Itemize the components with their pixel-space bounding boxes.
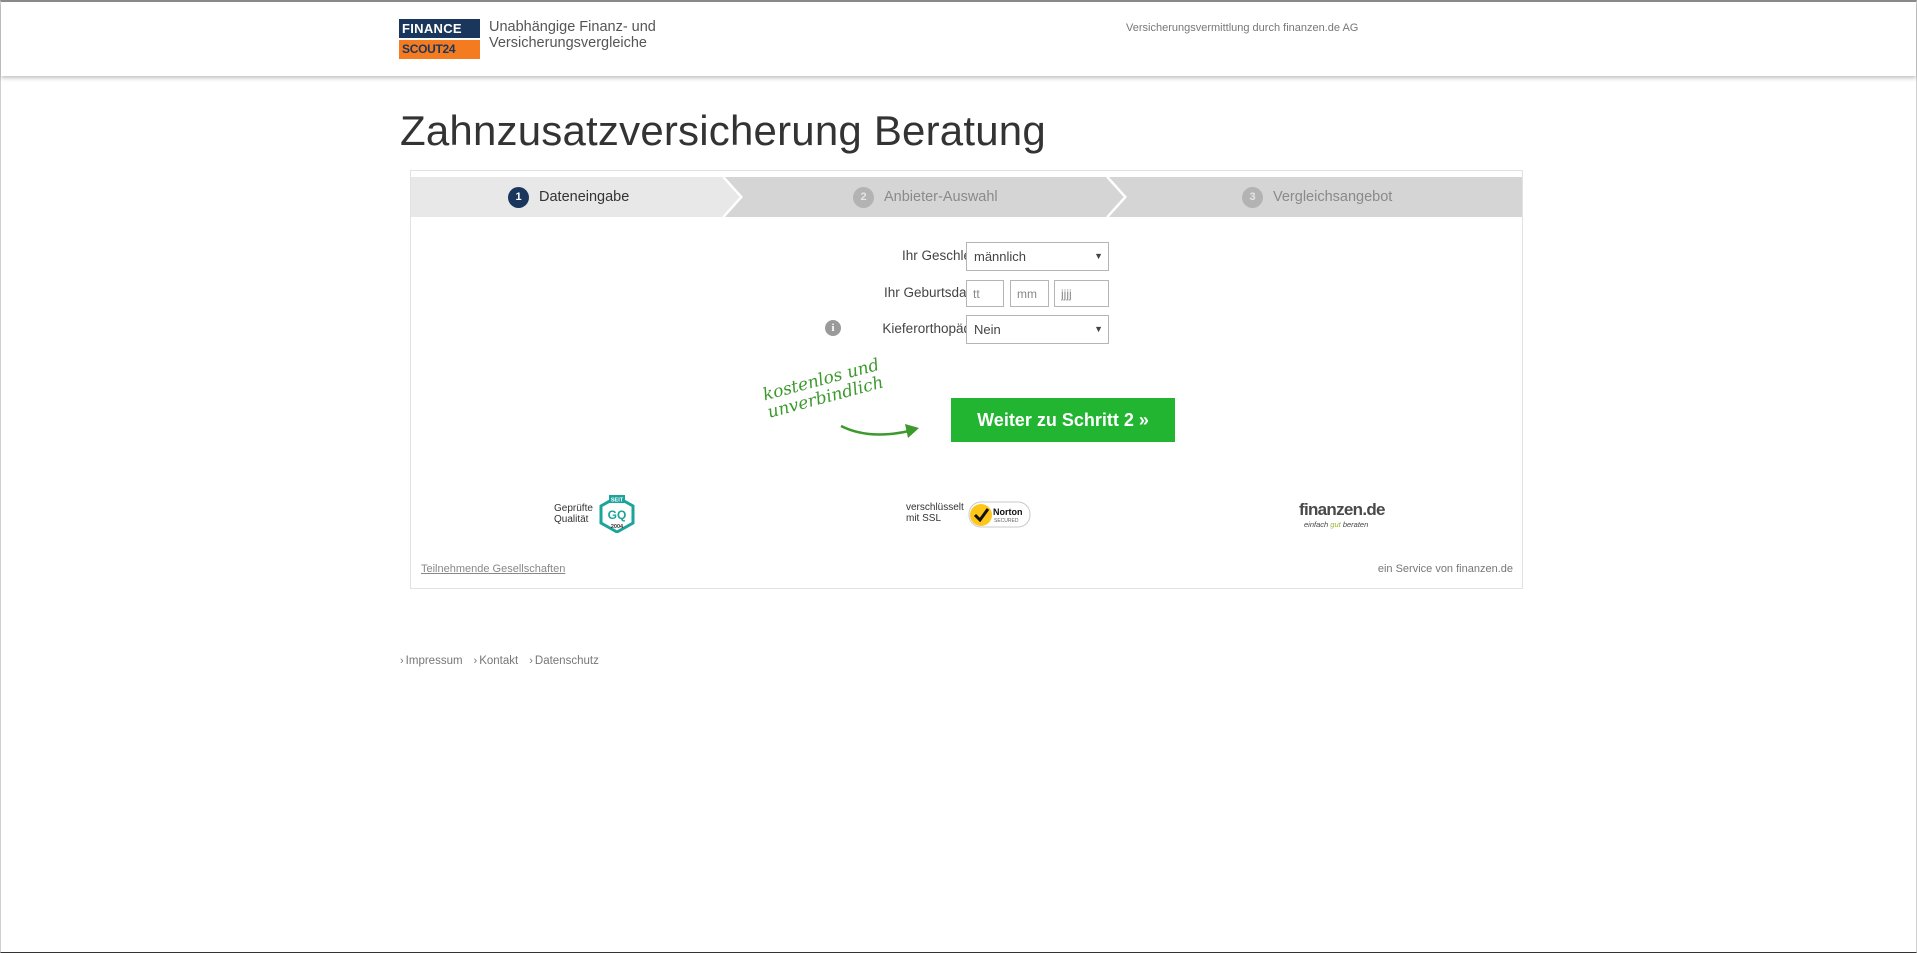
chevron-right-icon: ›: [529, 655, 533, 667]
step-1-data-entry: 1 Dateneingabe: [508, 177, 629, 217]
site-header: FINANCE SCOUT24 Unabhängige Finanz- und …: [1, 2, 1916, 76]
tagline-line2: Versicherungsvergleiche: [489, 35, 647, 51]
norton-name: Norton: [993, 507, 1023, 517]
info-icon[interactable]: i: [825, 320, 841, 336]
finanzen-claim: einfach gut beraten: [1304, 520, 1368, 529]
chevron-right-icon: ›: [400, 655, 404, 667]
quality-line1: Geprüfte: [554, 503, 593, 514]
quality-line2: Qualität: [554, 514, 589, 525]
gq-seal-year: 2004: [611, 524, 624, 530]
step-1-label: Dateneingabe: [539, 189, 630, 205]
ssl-badge-text: verschlüsselt mit SSL: [906, 502, 964, 524]
logo-top-text: FINANCE: [399, 19, 480, 38]
privacy-label: Datenschutz: [534, 655, 599, 667]
header-tagline: Unabhängige Finanz- und Versicherungsver…: [489, 19, 689, 51]
finanzen-de-logo: finanzen.de: [1299, 500, 1386, 519]
step-3-comparison-offer: 3 Vergleichsangebot: [1242, 177, 1392, 217]
ssl-line1: verschlüsselt: [906, 502, 964, 513]
service-note: ein Service von finanzen.de: [1377, 563, 1513, 575]
finanzen-claim-b: gut: [1330, 520, 1341, 529]
birth-year-input[interactable]: [1054, 280, 1109, 307]
tagline-line1: Unabhängige Finanz- und: [489, 19, 656, 35]
imprint-label: Impressum: [405, 655, 463, 667]
birth-day-input[interactable]: [966, 280, 1004, 307]
norton-secured-icon: Norton SECURED: [968, 501, 1031, 528]
norton-sub: SECURED: [994, 518, 1019, 524]
step-2-label: Anbieter-Auswahl: [884, 189, 998, 205]
contact-label: Kontakt: [479, 655, 519, 667]
contact-link[interactable]: › Kontakt: [474, 655, 519, 667]
curved-arrow-icon: [840, 424, 919, 438]
gender-select-value: männlich: [974, 249, 1027, 264]
step-3-label: Vergleichsangebot: [1273, 189, 1393, 205]
ssl-line2: mit SSL: [906, 513, 942, 524]
step-2-provider-selection: 2 Anbieter-Auswahl: [853, 177, 998, 217]
privacy-link[interactable]: › Datenschutz: [529, 655, 599, 667]
step-3-number: 3: [1242, 186, 1263, 208]
orthodontics-select-value: Nein: [974, 322, 1001, 337]
step-progress: 1 Dateneingabe 2 Anbieter-Auswahl 3 Verg…: [411, 177, 1522, 217]
logo-bottom-text: SCOUT24: [399, 40, 480, 59]
gq-seal-top: SEIT: [611, 498, 624, 504]
gq-quality-seal-icon: SEIT GQ 2004: [599, 495, 635, 533]
broker-note: Versicherungsvermittlung durch finanzen.…: [1126, 22, 1359, 34]
chevron-down-icon: ▼: [1094, 251, 1103, 261]
orthodontics-select[interactable]: Nein ▼: [966, 315, 1109, 344]
imprint-link[interactable]: › Impressum: [400, 655, 463, 667]
chevron-right-icon: ›: [473, 655, 478, 667]
participating-companies-link[interactable]: Teilnehmende Gesellschaften: [421, 563, 565, 575]
birth-month-input[interactable]: [1010, 280, 1049, 307]
footer-links: › Impressum › Kontakt › Datenschutz: [400, 655, 599, 667]
gender-select[interactable]: männlich ▼: [966, 242, 1109, 271]
next-step-button[interactable]: Weiter zu Schritt 2 »: [951, 398, 1175, 442]
financescout24-logo[interactable]: FINANCE SCOUT24: [399, 19, 480, 59]
finanzen-claim-a: einfach: [1304, 520, 1329, 529]
page-title: Zahnzusatzversicherung Beratung: [400, 107, 1046, 154]
quality-badge-text: Geprüfte Qualität: [554, 503, 593, 525]
finanzen-claim-c: beraten: [1342, 520, 1369, 529]
step-2-number: 2: [853, 186, 874, 208]
chevron-down-icon: ▼: [1094, 324, 1103, 334]
form-container: 1 Dateneingabe 2 Anbieter-Auswahl 3 Verg…: [410, 170, 1523, 589]
gq-seal-mid: GQ: [608, 508, 627, 522]
step-1-number: 1: [508, 186, 529, 208]
